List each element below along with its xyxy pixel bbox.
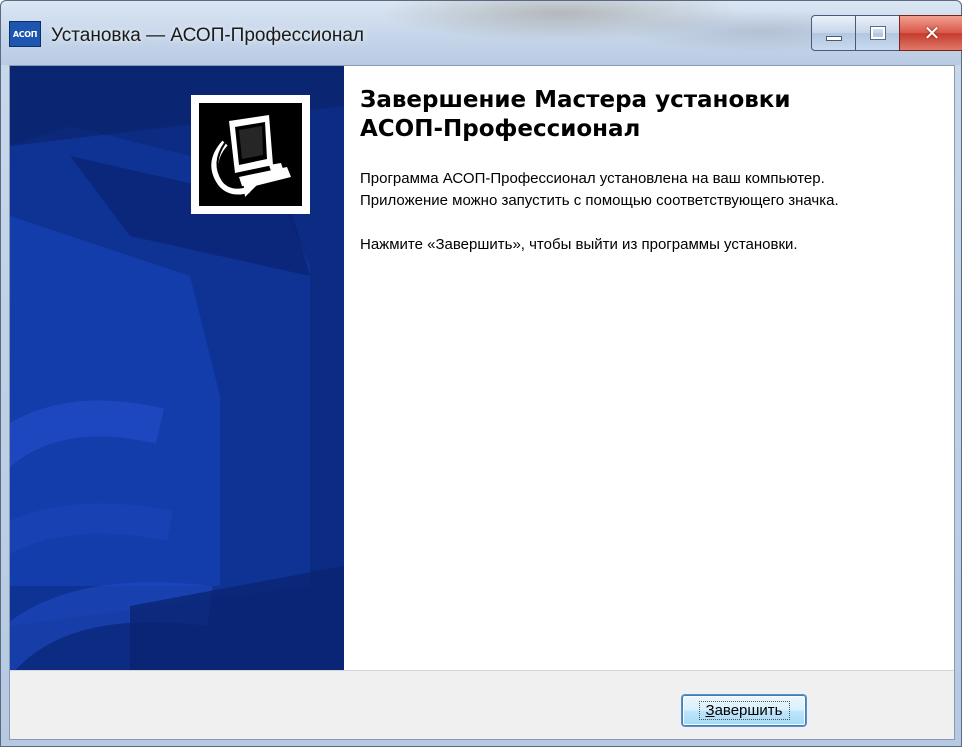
install-complete-text: Программа АСОП-Профессионал установлена … (360, 168, 940, 212)
page-title: Завершение Мастера установки АСОП-Профес… (360, 87, 791, 142)
maximize-button[interactable] (855, 15, 899, 51)
close-icon: ✕ (923, 21, 941, 45)
computer-install-icon (199, 103, 302, 206)
wizard-footer: Завершить (10, 670, 954, 739)
wizard-banner (10, 66, 344, 670)
finish-instruction-text: Нажмите «Завершить», чтобы выйти из прог… (360, 234, 940, 256)
minimize-icon (825, 35, 842, 41)
close-button[interactable]: ✕ (899, 15, 962, 51)
finish-instruction: Нажмите «Завершить», чтобы выйти из прог… (360, 236, 798, 253)
window-controls: ✕ (811, 15, 962, 55)
launch-hint: Приложение можно запустить с помощью соо… (360, 192, 839, 209)
window-title: Установка — АСОП-Профессионал (51, 25, 364, 46)
installer-window: АСОП Установка — АСОП-Профессионал ✕ Зав… (0, 0, 962, 747)
wizard-logo-frame (191, 95, 310, 214)
finish-button-label: Завершить (698, 701, 790, 720)
app-icon[interactable]: АСОП (9, 21, 41, 47)
maximize-icon (869, 26, 886, 40)
finish-button[interactable]: Завершить (682, 695, 806, 726)
wizard-content: Завершение Мастера установки АСОП-Профес… (360, 86, 940, 256)
title-bar[interactable]: АСОП Установка — АСОП-Профессионал ✕ (1, 1, 962, 65)
minimize-button[interactable] (811, 15, 855, 51)
installed-message: Программа АСОП-Профессионал установлена … (360, 170, 825, 187)
wizard-page: Завершение Мастера установки АСОП-Профес… (9, 65, 955, 740)
